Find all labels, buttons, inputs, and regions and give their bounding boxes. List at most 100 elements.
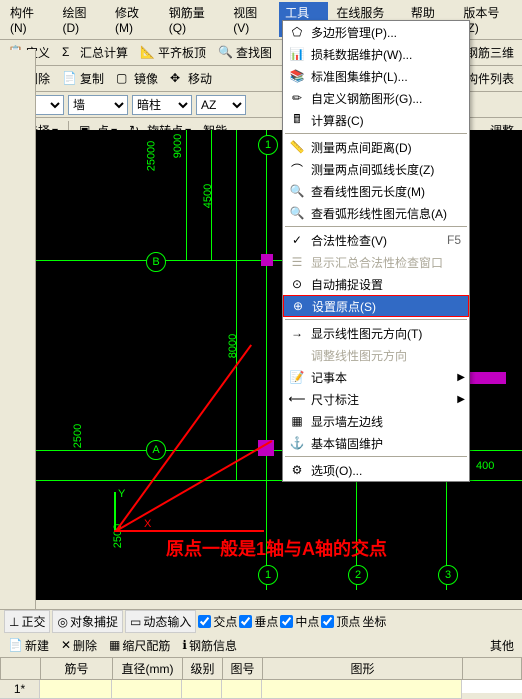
left-panel (0, 50, 36, 610)
menu-view-arc-info[interactable]: 🔍查看弧形线性图元信息(A) (283, 202, 469, 224)
row-header: 1* (0, 680, 40, 699)
snap-icon: ⊙ (287, 276, 307, 292)
th-blank[interactable] (1, 658, 41, 679)
dimension-text: 4500 (202, 184, 214, 208)
menu-show-direction[interactable]: →显示线性图元方向(T) (283, 322, 469, 344)
menu-anchor[interactable]: ⚓基本锚固维护 (283, 432, 469, 454)
category-select[interactable]: 墙 (68, 95, 128, 115)
vertex-check[interactable] (321, 615, 334, 628)
calc-icon: 🖩 (287, 112, 307, 128)
perp-check[interactable] (239, 615, 252, 628)
th-level[interactable]: 级别 (183, 658, 223, 679)
mirror-button[interactable]: ▢镜像 (112, 68, 162, 89)
polygon-icon: ⬠ (287, 24, 307, 40)
cell[interactable] (182, 680, 222, 699)
ortho-toggle[interactable]: ⊥正交 (4, 610, 50, 633)
measure-icon: 📏 (287, 139, 307, 155)
dimension-text: 400 (476, 460, 494, 472)
menu-validity-check[interactable]: ✓合法性检查(V)F5 (283, 229, 469, 251)
menu-modify[interactable]: 修改(M) (109, 2, 161, 37)
find-image-button[interactable]: 🔍查找图 (214, 42, 276, 63)
new-icon: 📄 (8, 638, 23, 652)
menu-notepad[interactable]: 📝记事本▶ (283, 366, 469, 388)
component-select[interactable]: 暗柱 (132, 95, 192, 115)
dimension-text: 2500 (72, 424, 84, 448)
menu-view-length[interactable]: 🔍查看线性图元长度(M) (283, 180, 469, 202)
menu-measure-arc[interactable]: ⌒测量两点间弧线长度(Z) (283, 158, 469, 180)
sum-icon: Σ (62, 45, 78, 61)
menu-measure-dist[interactable]: 📏测量两点间距离(D) (283, 136, 469, 158)
steel-info-button[interactable]: ℹ钢筋信息 (178, 635, 241, 656)
annotation-line (116, 440, 273, 532)
menu-polygon-manage[interactable]: ⬠多边形管理(P)... (283, 21, 469, 43)
show-sum-icon: ☰ (287, 254, 307, 270)
submenu-arrow-icon: ▶ (457, 372, 465, 383)
ortho-icon: ⊥ (9, 615, 19, 629)
menu-view[interactable]: 视图(V) (227, 2, 277, 37)
origin-x-axis (114, 530, 154, 532)
th-diameter[interactable]: 直径(mm) (113, 658, 183, 679)
menu-steel[interactable]: 钢筋量(Q) (163, 2, 225, 37)
length-icon: 🔍 (287, 183, 307, 199)
steel-3d-button[interactable]: 钢筋三维 (462, 42, 518, 63)
menu-adjust-direction: 调整线性图元方向 (283, 344, 469, 366)
table-header: 筋号 直径(mm) 级别 图号 图形 (0, 657, 522, 680)
menu-show-sum-check: ☰显示汇总合法性检查窗口 (283, 251, 469, 273)
menu-std-atlas[interactable]: 📚标准图集维护(L)... (283, 65, 469, 87)
dim-icon: ⟵ (287, 391, 307, 407)
instance-select[interactable]: AZ (196, 95, 246, 115)
mid-check[interactable] (280, 615, 293, 628)
origin-icon: ⊕ (288, 298, 308, 314)
axis-bubble-a: A (146, 440, 166, 460)
sum-calc-button[interactable]: Σ汇总计算 (58, 42, 132, 63)
snap-icon: ◎ (57, 615, 67, 629)
menu-component[interactable]: 构件(N) (4, 2, 55, 37)
grid-line-1 (266, 130, 267, 590)
menu-set-origin[interactable]: ⊕设置原点(S) (283, 295, 469, 317)
menu-auto-snap[interactable]: ⊙自动捕捉设置 (283, 273, 469, 295)
cell[interactable] (40, 680, 112, 699)
check-icon: ✓ (287, 232, 307, 248)
cell[interactable] (262, 680, 462, 699)
bottom-toolbar: 📄新建 ✕删除 ▦缩尺配筋 ℹ钢筋信息 其他 (0, 633, 522, 657)
delete-button2[interactable]: ✕删除 (57, 635, 101, 656)
dyn-icon: ▭ (130, 615, 141, 629)
cell[interactable] (112, 680, 182, 699)
axis-bubble-3: 3 (438, 565, 458, 585)
axis-bubble-2: 2 (348, 565, 368, 585)
dyn-input-toggle[interactable]: ▭动态输入 (125, 610, 196, 633)
annotation-line (115, 344, 252, 531)
menu-calculator[interactable]: 🖩计算器(C) (283, 109, 469, 131)
menu-options[interactable]: ⚙选项(O)... (283, 459, 469, 481)
gear-icon: ⚙ (287, 462, 307, 478)
dimension-text: 25000 (145, 141, 157, 172)
scale-button[interactable]: ▦缩尺配筋 (105, 635, 174, 656)
level-top-button[interactable]: 📐平齐板顶 (136, 42, 210, 63)
menu-custom-steel[interactable]: ✏自定义钢筋图形(G)... (283, 87, 469, 109)
wall-icon: ▦ (287, 413, 307, 429)
mirror-icon: ▢ (116, 71, 132, 87)
arc-icon: ⌒ (287, 161, 307, 177)
new-button[interactable]: 📄新建 (4, 635, 53, 656)
origin-y-axis (114, 492, 116, 532)
menu-wall-edge[interactable]: ▦显示墙左边线 (283, 410, 469, 432)
th-figno[interactable]: 图号 (223, 658, 263, 679)
cell[interactable] (222, 680, 262, 699)
copy-button[interactable]: 📄复制 (58, 68, 108, 89)
obj-snap-toggle[interactable]: ◎对象捕捉 (52, 610, 123, 633)
x-label: X (144, 518, 151, 530)
menu-draw[interactable]: 绘图(D) (57, 2, 108, 37)
custom-icon: ✏ (287, 90, 307, 106)
th-figure[interactable]: 图形 (263, 658, 463, 679)
cross-check[interactable] (198, 615, 211, 628)
axis-bubble-1-top: 1 (258, 135, 278, 155)
table-row[interactable]: 1* (0, 680, 522, 699)
menu-dimension[interactable]: ⟵尺寸标注▶ (283, 388, 469, 410)
menu-loss-data[interactable]: 📊损耗数据维护(W)... (283, 43, 469, 65)
grid-line-b (36, 260, 316, 261)
other-button[interactable]: 其他 (486, 635, 518, 656)
th-num[interactable]: 筋号 (41, 658, 113, 679)
move-button[interactable]: ✥移动 (166, 68, 216, 89)
component-list-button[interactable]: 构件列表 (462, 68, 518, 89)
column-marker (466, 372, 506, 384)
